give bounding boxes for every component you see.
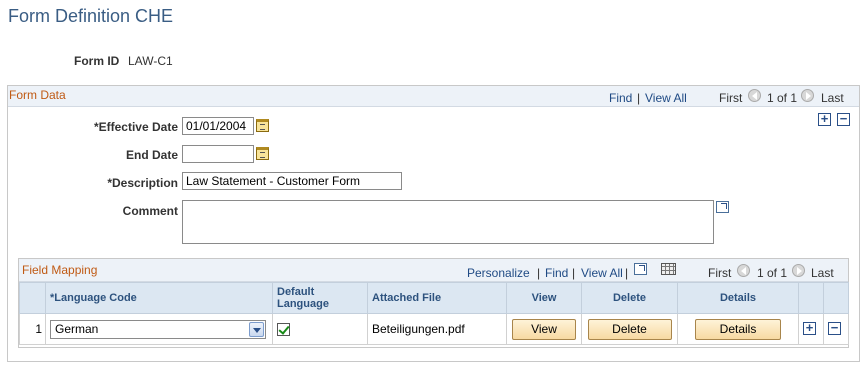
nav-separator: | (572, 266, 576, 280)
field-mapping-range: 1 of 1 (757, 266, 788, 280)
language-select[interactable]: German (50, 319, 266, 339)
view-cell: View (506, 313, 582, 345)
effective-date-label: *Effective Date (93, 120, 178, 134)
form-id-label: Form ID (74, 54, 120, 68)
add-row-cell: + (798, 313, 824, 345)
remove-row-cell: − (823, 313, 849, 345)
row-number: 1 (19, 313, 46, 345)
field-mapping-find-link[interactable]: Find (545, 266, 568, 280)
nav-separator: | (637, 91, 641, 105)
table-row: 1 German Beteiligungen.pdf View Delete D… (19, 313, 849, 345)
details-cell: Details (677, 313, 799, 345)
description-label: *Description (107, 176, 178, 190)
delete-cell: Delete (581, 313, 678, 345)
delete-row-button[interactable]: − (828, 321, 841, 335)
comment-textarea[interactable] (182, 200, 714, 244)
form-data-range: 1 of 1 (767, 91, 798, 105)
field-mapping-new-window-icon[interactable] (634, 263, 647, 275)
attached-file-header[interactable]: Attached File (367, 282, 507, 314)
view-button[interactable]: View (512, 318, 576, 340)
add-row-button[interactable]: + (803, 321, 816, 335)
field-mapping-prev-icon[interactable] (737, 264, 750, 277)
form-data-view-all-link[interactable]: View All (645, 91, 687, 105)
form-data-last[interactable]: Last (821, 91, 844, 105)
chevron-down-icon[interactable] (249, 321, 264, 337)
language-code-header[interactable]: *Language Code (45, 282, 273, 314)
add-header (798, 282, 824, 314)
details-button[interactable]: Details (695, 318, 781, 340)
field-mapping-first[interactable]: First (708, 266, 731, 280)
view-header: View (506, 282, 582, 314)
effective-date-input[interactable] (182, 117, 254, 135)
field-mapping-personalize-link[interactable]: Personalize (467, 266, 530, 280)
field-mapping-download-grid-icon[interactable] (661, 263, 676, 275)
delete-header: Delete (581, 282, 678, 314)
end-date-label: End Date (125, 148, 178, 162)
form-data-add-row-button[interactable]: + (818, 112, 831, 126)
table-header-row: *Language Code Default Language Attached… (19, 282, 849, 314)
language-select-value: German (55, 321, 99, 336)
delete-button[interactable]: Delete (587, 318, 672, 340)
description-input[interactable] (182, 172, 402, 190)
default-language-header[interactable]: Default Language (272, 282, 368, 314)
page-title: Form Definition CHE (8, 6, 174, 26)
default-language-cell (272, 313, 368, 345)
field-mapping-next-icon[interactable] (792, 264, 805, 277)
nav-separator: | (537, 266, 541, 280)
form-data-delete-row-button[interactable]: − (837, 112, 850, 126)
form-data-first[interactable]: First (719, 91, 742, 105)
field-mapping-title: Field Mapping (22, 263, 98, 277)
remove-header (823, 282, 849, 314)
end-date-calendar-icon[interactable] (256, 147, 269, 160)
field-mapping-last[interactable]: Last (811, 266, 834, 280)
form-data-find-link[interactable]: Find (609, 91, 632, 105)
default-language-checkbox[interactable] (277, 323, 290, 337)
form-data-title: Form Data (9, 88, 66, 102)
form-id-value: LAW-C1 (128, 54, 173, 68)
form-data-prev-icon[interactable] (748, 89, 761, 102)
comment-label: Comment (122, 204, 178, 218)
nav-separator: | (625, 266, 629, 280)
details-header: Details (677, 282, 799, 314)
language-code-cell: German (45, 313, 273, 345)
field-mapping-table: *Language Code Default Language Attached… (19, 282, 849, 345)
effective-date-calendar-icon[interactable] (256, 119, 269, 132)
form-data-next-icon[interactable] (801, 89, 814, 102)
field-mapping-view-all-link[interactable]: View All (581, 266, 623, 280)
attached-file-cell: Beteiligungen.pdf (367, 313, 507, 345)
comment-expand-icon[interactable] (716, 201, 729, 213)
row-number-header (19, 282, 46, 314)
end-date-input[interactable] (182, 145, 254, 163)
